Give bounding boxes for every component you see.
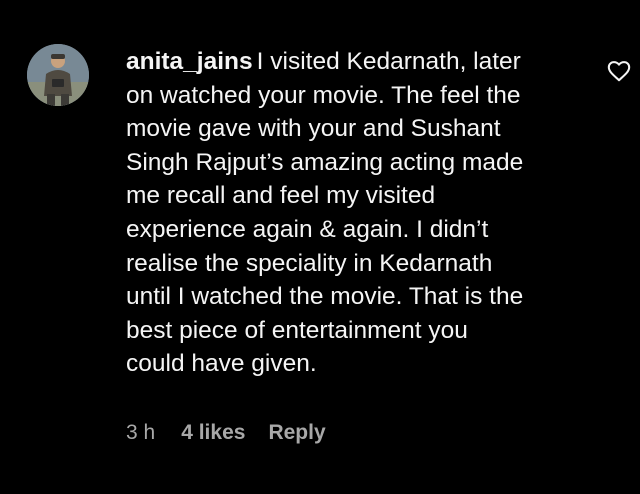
like-button[interactable] xyxy=(606,58,632,84)
heart-outline-icon xyxy=(607,61,631,82)
comment-body: anita_jains I visited Kedarnath, later on… xyxy=(126,45,581,381)
comment-timestamp: 3 h xyxy=(126,421,156,444)
avatar[interactable] xyxy=(27,44,89,106)
comment-item: anita_jains I visited Kedarnath, later on… xyxy=(0,0,640,494)
username-link[interactable]: anita_jains xyxy=(126,48,253,75)
comment-meta: 3 h 4 likes Reply xyxy=(126,418,326,448)
comment-text: I visited Kedarnath, later on watched yo… xyxy=(126,48,524,378)
likes-count-link[interactable]: 4 likes xyxy=(181,421,245,445)
avatar-image xyxy=(27,44,89,106)
reply-button[interactable]: Reply xyxy=(268,421,325,445)
